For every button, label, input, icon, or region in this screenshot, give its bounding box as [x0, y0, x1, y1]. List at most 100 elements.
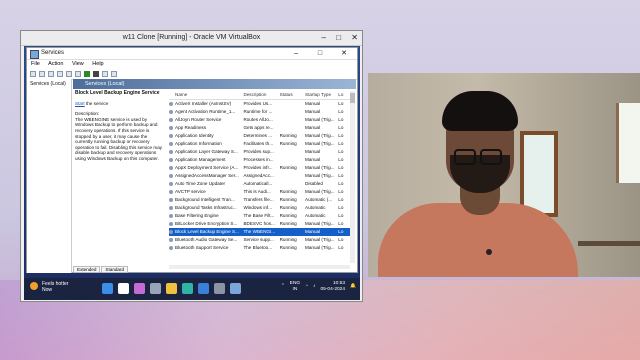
services-icon[interactable]: [230, 283, 241, 294]
table-row[interactable]: AllJoyn Router Service Routes AllJo... Man…: [169, 116, 350, 124]
column-logon[interactable]: Lo: [338, 91, 350, 99]
table-row[interactable]: AssignedAccessManager Ser... AssignedAcc.…: [169, 172, 350, 180]
tab-standard[interactable]: Standard: [101, 266, 129, 273]
export-list-icon[interactable]: [66, 71, 72, 77]
table-row[interactable]: Bluetooth Support Service The Bluetoo... R…: [169, 244, 350, 252]
table-row[interactable]: AppX Deployment Service (A... Provides in…: [169, 164, 350, 172]
table-row[interactable]: AVCTP service This is Audi... Running Manua…: [169, 188, 350, 196]
column-startup-type[interactable]: Startup Type: [305, 91, 338, 99]
weather-subtitle: Now: [42, 287, 53, 293]
stop-service-icon[interactable]: [93, 71, 99, 77]
restart-service-icon[interactable]: [111, 71, 117, 77]
menu-action[interactable]: Action: [48, 61, 63, 67]
pause-service-icon[interactable]: [102, 71, 108, 77]
webcam-rail: [578, 241, 640, 246]
service-logon-cell-text: Lo: [338, 181, 344, 186]
weather-widget[interactable]: Feels hotter Now: [42, 281, 68, 293]
service-logon-cell: Lo: [338, 180, 350, 188]
service-startup-cell: Manual: [305, 100, 338, 108]
table-row[interactable]: Background Intelligent Tran... Transfers …: [169, 196, 350, 204]
table-body: ActiveX Installer (AxInstSV) Provides Us.…: [169, 100, 350, 252]
service-startup-cell-text: Manual (Trig...: [305, 117, 335, 122]
close-button[interactable]: ✕: [351, 33, 358, 42]
service-description-cell: Facilitates th...: [243, 140, 279, 148]
start-service-link[interactable]: Start: [75, 101, 85, 106]
menu-help[interactable]: Help: [92, 61, 103, 67]
settings-icon[interactable]: [214, 283, 225, 294]
table-row[interactable]: Block Level Backup Engine S... The WBENGI…: [169, 228, 350, 236]
help-icon[interactable]: [75, 71, 81, 77]
table-row[interactable]: Application Identity Determines ... Runnin…: [169, 132, 350, 140]
file-explorer-icon[interactable]: [166, 283, 177, 294]
services-minimize-button[interactable]: –: [285, 48, 307, 59]
table-row[interactable]: Agent Activation Runtime_1... Runtime for…: [169, 108, 350, 116]
volume-icon[interactable]: ♪: [313, 284, 315, 289]
service-name-cell-text: Application Management: [175, 157, 226, 162]
column-name[interactable]: Name: [169, 91, 243, 99]
menu-bar: File Action View Help: [27, 60, 357, 69]
services-close-button[interactable]: ✕: [333, 48, 355, 59]
show-hide-tree-icon[interactable]: [48, 71, 54, 77]
table-row[interactable]: App Readiness Gets apps re... Manual Lo: [169, 124, 350, 132]
table-row[interactable]: Application Management Processes in... Man…: [169, 156, 350, 164]
table-row[interactable]: ActiveX Installer (AxInstSV) Provides Us.…: [169, 100, 350, 108]
services-maximize-button[interactable]: □: [309, 48, 331, 59]
store-icon[interactable]: [198, 283, 209, 294]
service-startup-cell: Manual: [305, 228, 338, 236]
column-status[interactable]: Status: [280, 91, 305, 99]
service-logon-cell-text: Lo: [338, 245, 344, 250]
service-logon-cell-text: Lo: [338, 213, 344, 218]
table-row[interactable]: Bluetooth Audio Gateway Se... Service sup…: [169, 236, 350, 244]
wifi-icon[interactable]: ◔: [305, 284, 308, 289]
vertical-scrollbar[interactable]: [350, 91, 355, 263]
edge-icon[interactable]: [182, 283, 193, 294]
virtualbox-titlebar[interactable]: w11 Clone [Running] - Oracle VM VirtualB…: [21, 31, 362, 46]
service-description-cell: Windows inf...: [243, 204, 279, 212]
windows-start-icon[interactable]: [102, 283, 113, 294]
forward-icon[interactable]: [39, 71, 45, 77]
copilot-icon[interactable]: [134, 283, 145, 294]
table-row[interactable]: Background Tasks Infrastruc... Windows in…: [169, 204, 350, 212]
service-startup-cell-text: Manual: [305, 229, 321, 234]
service-status-cell: Running: [280, 164, 305, 172]
refresh-icon[interactable]: [57, 71, 63, 77]
services-title: Services: [41, 50, 65, 56]
search-icon[interactable]: [118, 283, 129, 294]
service-logon-cell-text: Lo: [338, 133, 344, 138]
menu-view[interactable]: View: [72, 61, 84, 67]
scroll-thumb[interactable]: [350, 93, 355, 103]
language-indicator[interactable]: ENG IN: [290, 281, 300, 292]
horizontal-scrollbar[interactable]: [169, 265, 350, 269]
menu-file[interactable]: File: [31, 61, 40, 67]
table-row[interactable]: Application Layer Gateway S... Provides s…: [169, 148, 350, 156]
task-view-icon[interactable]: [150, 283, 161, 294]
service-logon-cell: Lo: [338, 212, 350, 220]
tab-extended[interactable]: Extended: [73, 266, 101, 273]
table-row[interactable]: BitLocker Drive Encryption S... BDESVC ho…: [169, 220, 350, 228]
service-name-cell-text: App Readiness: [175, 125, 207, 130]
table-row[interactable]: Auto Time Zone Updater Automaticall... Dis…: [169, 180, 350, 188]
service-description-cell-text: Provides sup...: [243, 149, 274, 154]
service-logon-cell: Lo: [338, 140, 350, 148]
service-startup-cell-text: Manual: [305, 101, 321, 106]
clock[interactable]: 10:53 05-04-2024: [320, 281, 345, 292]
chevron-up-icon[interactable]: ⌃: [281, 284, 285, 289]
service-description-cell: The Bluetoo...: [243, 244, 279, 252]
service-logon-cell-text: Lo: [338, 165, 344, 170]
table-row[interactable]: Application Information Facilitates th...…: [169, 140, 350, 148]
weather-icon[interactable]: [30, 282, 38, 290]
nav-services-local[interactable]: Services (Local): [30, 81, 71, 87]
back-icon[interactable]: [30, 71, 36, 77]
maximize-button[interactable]: □: [336, 33, 341, 42]
gear-icon: [169, 198, 173, 202]
table-row[interactable]: Base Filtering Engine The Base Filt... Run…: [169, 212, 350, 220]
gear-icon: [169, 134, 173, 138]
webcam-right-window: [616, 103, 640, 183]
service-description-cell-text: This is Audi...: [243, 189, 271, 194]
services-titlebar[interactable]: Services – □ ✕: [27, 48, 357, 60]
service-logon-cell-text: Lo: [338, 117, 344, 122]
start-service-icon[interactable]: [84, 71, 90, 77]
bell-icon[interactable]: 🔔: [350, 284, 356, 289]
column-description[interactable]: Description: [243, 91, 279, 99]
minimize-button[interactable]: –: [322, 33, 326, 42]
